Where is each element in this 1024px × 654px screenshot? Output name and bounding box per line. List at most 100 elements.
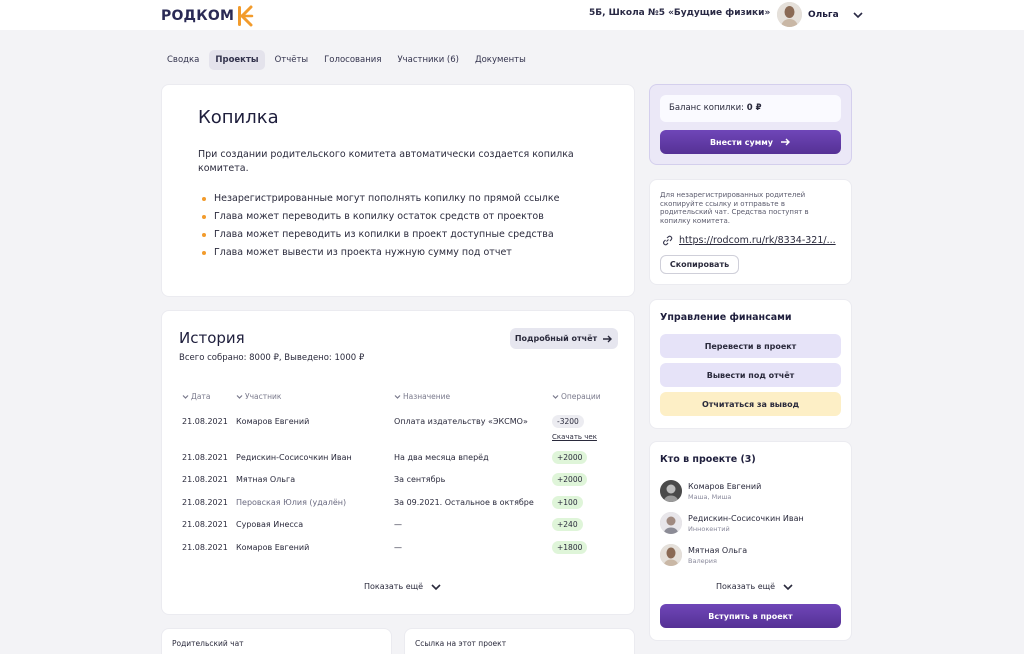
balance-card: Баланс копилки: 0 ₽ Внести сумму	[649, 84, 852, 165]
row-member: Перовская Юлия (удалён)	[236, 498, 347, 507]
member-kids: Иннокентий	[688, 524, 730, 533]
project-members-card: Кто в проекте (3) Комаров Евгений Маша, М…	[649, 441, 852, 641]
tab-documents[interactable]: Документы	[469, 50, 532, 70]
column-date[interactable]: Дата	[182, 392, 210, 401]
kopilka-card: Копилка При создании родительского комит…	[161, 84, 635, 297]
school-selector[interactable]: 5Б, Школа №5 «Будущие физики»	[589, 8, 790, 18]
transfer-to-project-button[interactable]: Перевести в проект	[660, 334, 841, 358]
parent-chat-card[interactable]: Родительский чат	[161, 628, 392, 654]
kopilka-intro: При создании родительского комитета авто…	[198, 149, 574, 174]
arrow-right-icon	[603, 335, 613, 342]
logo[interactable]: РОДКОМ	[161, 5, 254, 27]
tab-reports[interactable]: Отчёты	[269, 50, 315, 70]
amount-badge: +240	[552, 518, 583, 531]
row-purpose: —	[394, 520, 402, 529]
list-item: Глава может вывести из проекта нужную су…	[202, 247, 559, 265]
finance-card: Управление финансами Перевести в проект …	[649, 299, 852, 429]
chevron-down-icon	[182, 394, 189, 399]
tab-members[interactable]: Участники (6)	[391, 50, 465, 70]
members-show-more-button[interactable]: Показать ещё	[716, 582, 793, 591]
list-item: Глава может переводить в копилку остаток…	[202, 211, 559, 229]
avatar	[660, 512, 682, 534]
member-item[interactable]: Мятная Ольга Валерия	[660, 544, 747, 566]
row-member: Комаров Евгений	[236, 417, 310, 426]
tab-projects[interactable]: Проекты	[209, 50, 265, 70]
row-date: 21.08.2021	[182, 543, 228, 552]
share-link-text: https://rodcom.ru/rk/8334-321/...	[679, 235, 836, 246]
row-date: 21.08.2021	[182, 498, 228, 507]
user-name: Ольга	[808, 9, 839, 20]
detailed-report-label: Подробный отчёт	[514, 334, 598, 343]
row-member: Мятная Ольга	[236, 475, 296, 484]
row-purpose: —	[394, 543, 402, 552]
column-purpose[interactable]: Назначение	[394, 392, 450, 401]
column-operations[interactable]: Операции	[552, 392, 601, 401]
avatar	[660, 480, 682, 502]
finance-title: Управление финансами	[660, 312, 792, 323]
join-project-button[interactable]: Вступить в проект	[660, 604, 841, 628]
column-member-label: Участник	[245, 392, 282, 401]
user-menu[interactable]: Ольга	[777, 2, 863, 27]
project-link-label: Ссылка на этот проект	[415, 639, 507, 648]
tab-summary[interactable]: Сводка	[161, 50, 205, 70]
report-withdrawal-button[interactable]: Отчитаться за вывод	[660, 392, 841, 416]
column-member[interactable]: Участник	[236, 392, 281, 401]
row-date: 21.08.2021	[182, 520, 228, 529]
table-row: 21.08.2021 Перовская Юлия (удалён) За 09…	[162, 494, 634, 514]
balance-box: Баланс копилки: 0 ₽	[660, 95, 841, 122]
row-purpose: Оплата издательству «ЭКСМО»	[394, 417, 528, 426]
table-row: 21.08.2021 Мятная Ольга За сентябрь +200…	[162, 471, 634, 491]
member-item[interactable]: Комаров Евгений Маша, Миша	[660, 480, 761, 502]
table-row: 21.08.2021 Комаров Евгений Оплата издате…	[162, 413, 634, 441]
amount-badge: -3200	[552, 415, 584, 428]
deposit-button[interactable]: Внести сумму	[660, 130, 841, 154]
history-title: История	[179, 329, 245, 347]
row-date: 21.08.2021	[182, 453, 228, 462]
member-name: Редискин-Сосисочкин Иван	[688, 513, 804, 523]
list-item: Незарегистрированные могут пополнять коп…	[202, 193, 559, 211]
chevron-down-icon	[783, 583, 793, 590]
members-title: Кто в проекте (3)	[660, 454, 756, 465]
member-name: Комаров Евгений	[688, 481, 762, 491]
row-purpose: На два месяца вперёд	[394, 453, 489, 462]
logo-mark-icon	[238, 5, 254, 27]
table-row: 21.08.2021 Суровая Инесса — +240	[162, 516, 634, 536]
column-operations-label: Операции	[561, 392, 601, 401]
arrow-right-icon	[781, 138, 791, 146]
avatar	[777, 2, 802, 27]
download-receipt-link[interactable]: Скачать чек	[552, 433, 597, 441]
member-kids: Валерия	[688, 556, 717, 565]
project-link-card[interactable]: Ссылка на этот проект	[404, 628, 635, 654]
kopilka-rules-list: Незарегистрированные могут пополнять коп…	[202, 193, 559, 265]
show-more-button[interactable]: Показать ещё	[364, 582, 441, 591]
amount-badge: +1800	[552, 541, 588, 554]
amount-badge: +100	[552, 496, 583, 509]
row-member: Редискин-Сосисочкин Иван	[236, 453, 352, 462]
show-more-label: Показать ещё	[364, 582, 424, 591]
logo-text: РОДКОМ	[161, 8, 235, 24]
copy-button[interactable]: Скопировать	[660, 255, 739, 274]
row-purpose: За 09.2021. Остальное в октябре	[394, 498, 534, 507]
member-name: Мятная Ольга	[688, 545, 748, 555]
join-project-label: Вступить в проект	[708, 611, 793, 621]
member-kids: Маша, Миша	[688, 492, 732, 501]
row-purpose: За сентябрь	[394, 475, 446, 484]
show-more-label: Показать ещё	[716, 582, 776, 591]
history-summary: Всего собрано: 8000 ₽, Выведено: 1000 ₽	[179, 353, 365, 363]
school-name: 5Б, Школа №5 «Будущие физики»	[589, 8, 771, 18]
column-purpose-label: Назначение	[403, 392, 451, 401]
member-item[interactable]: Редискин-Сосисочкин Иван Иннокентий	[660, 512, 804, 534]
share-link-note: Для незарегистрированных родителей скопи…	[660, 191, 809, 225]
withdraw-button[interactable]: Вывести под отчёт	[660, 363, 841, 387]
share-link-url[interactable]: https://rodcom.ru/rk/8334-321/...	[662, 235, 836, 246]
link-icon	[663, 235, 673, 246]
row-member: Комаров Евгений	[236, 543, 310, 552]
history-card: История Всего собрано: 8000 ₽, Выведено:…	[161, 310, 635, 615]
row-date: 21.08.2021	[182, 417, 228, 426]
row-date: 21.08.2021	[182, 475, 228, 484]
detailed-report-button[interactable]: Подробный отчёт	[510, 328, 618, 349]
tab-votes[interactable]: Голосования	[318, 50, 387, 70]
balance-label: Баланс копилки:	[669, 103, 744, 113]
table-row: 21.08.2021 Комаров Евгений — +1800	[162, 539, 634, 559]
amount-badge: +2000	[552, 451, 588, 464]
